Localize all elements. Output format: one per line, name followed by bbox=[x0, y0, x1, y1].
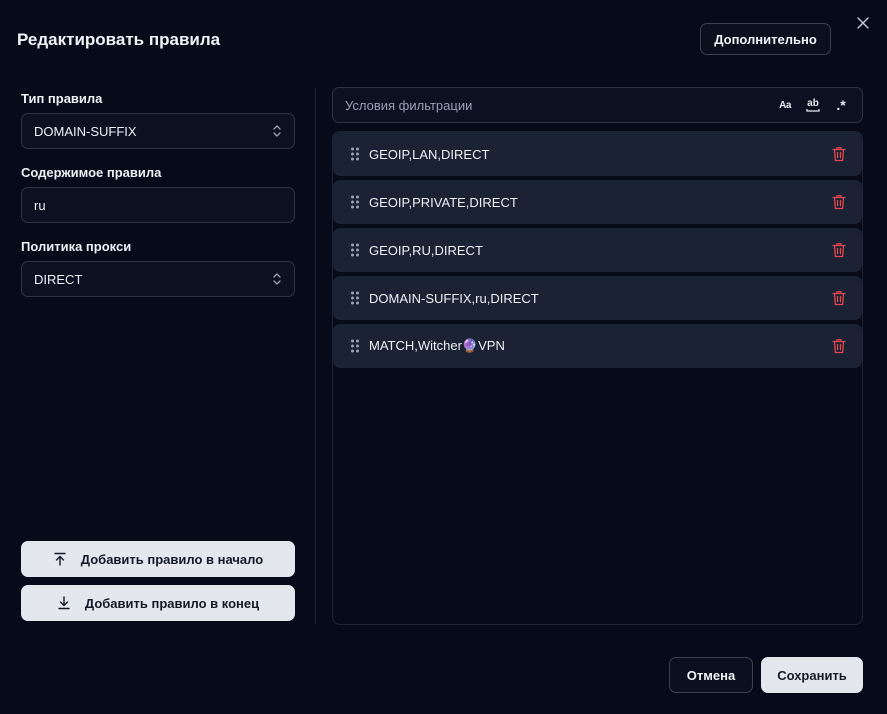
panel-divider bbox=[315, 88, 316, 624]
proxy-policy-value: DIRECT bbox=[34, 271, 83, 287]
trash-icon[interactable] bbox=[832, 338, 846, 354]
close-button[interactable] bbox=[855, 15, 871, 31]
underline-mark bbox=[806, 108, 820, 112]
drag-handle-icon[interactable] bbox=[350, 338, 360, 354]
chevron-updown-icon bbox=[273, 125, 281, 137]
rule-text: GEOIP,PRIVATE,DIRECT bbox=[369, 194, 518, 210]
add-rule-to-start-label: Добавить правило в начало bbox=[80, 551, 264, 567]
advanced-button[interactable]: Дополнительно bbox=[700, 23, 831, 55]
rule-type-label: Тип правила bbox=[21, 91, 103, 106]
drag-handle-icon[interactable] bbox=[350, 146, 360, 162]
rule-text: GEOIP,LAN,DIRECT bbox=[369, 146, 490, 162]
close-icon bbox=[857, 17, 869, 29]
save-button[interactable]: Сохранить bbox=[761, 657, 863, 693]
rule-type-select[interactable]: DOMAIN-SUFFIX bbox=[21, 113, 295, 149]
proxy-policy-label: Политика прокси bbox=[21, 239, 132, 254]
filter-input[interactable] bbox=[345, 97, 766, 113]
chevron-updown-icon bbox=[273, 273, 281, 285]
dialog-title: Редактировать правила bbox=[17, 30, 221, 49]
rule-type-value: DOMAIN-SUFFIX bbox=[34, 123, 137, 139]
add-rule-to-end-button[interactable]: Добавить правило в конец bbox=[21, 585, 295, 621]
rule-row[interactable]: DOMAIN-SUFFIX,ru,DIRECT bbox=[333, 276, 862, 320]
rule-text: MATCH,Witcher🔮VPN bbox=[369, 338, 505, 353]
rule-row[interactable]: GEOIP,PRIVATE,DIRECT bbox=[333, 180, 862, 224]
rule-content-label: Содержимое правила bbox=[21, 165, 162, 180]
regex-icon[interactable]: .* bbox=[832, 96, 850, 114]
trash-icon[interactable] bbox=[832, 194, 846, 210]
match-case-icon[interactable]: Aa bbox=[776, 96, 794, 114]
cancel-button[interactable]: Отмена bbox=[669, 657, 753, 693]
arrow-up-to-line-icon bbox=[54, 552, 66, 566]
rule-text: DOMAIN-SUFFIX,ru,DIRECT bbox=[369, 290, 539, 306]
whole-word-icon[interactable]: ab bbox=[804, 96, 822, 114]
trash-icon[interactable] bbox=[832, 290, 846, 306]
add-rule-to-end-label: Добавить правило в конец bbox=[84, 595, 260, 611]
rule-content-input[interactable] bbox=[34, 197, 282, 213]
arrow-down-to-line-icon bbox=[58, 596, 70, 610]
trash-icon[interactable] bbox=[832, 242, 846, 258]
rule-text: GEOIP,RU,DIRECT bbox=[369, 242, 483, 258]
drag-handle-icon[interactable] bbox=[350, 194, 360, 210]
filter-bar: Aa ab .* bbox=[332, 87, 863, 123]
proxy-policy-select[interactable]: DIRECT bbox=[21, 261, 295, 297]
rule-row[interactable]: GEOIP,RU,DIRECT bbox=[333, 228, 862, 272]
trash-icon[interactable] bbox=[832, 146, 846, 162]
rule-row[interactable]: GEOIP,LAN,DIRECT bbox=[333, 132, 862, 176]
drag-handle-icon[interactable] bbox=[350, 242, 360, 258]
rule-content-field[interactable] bbox=[21, 187, 295, 223]
add-rule-to-start-button[interactable]: Добавить правило в начало bbox=[21, 541, 295, 577]
drag-handle-icon[interactable] bbox=[350, 290, 360, 306]
rule-row[interactable]: MATCH,Witcher🔮VPN bbox=[333, 324, 862, 368]
